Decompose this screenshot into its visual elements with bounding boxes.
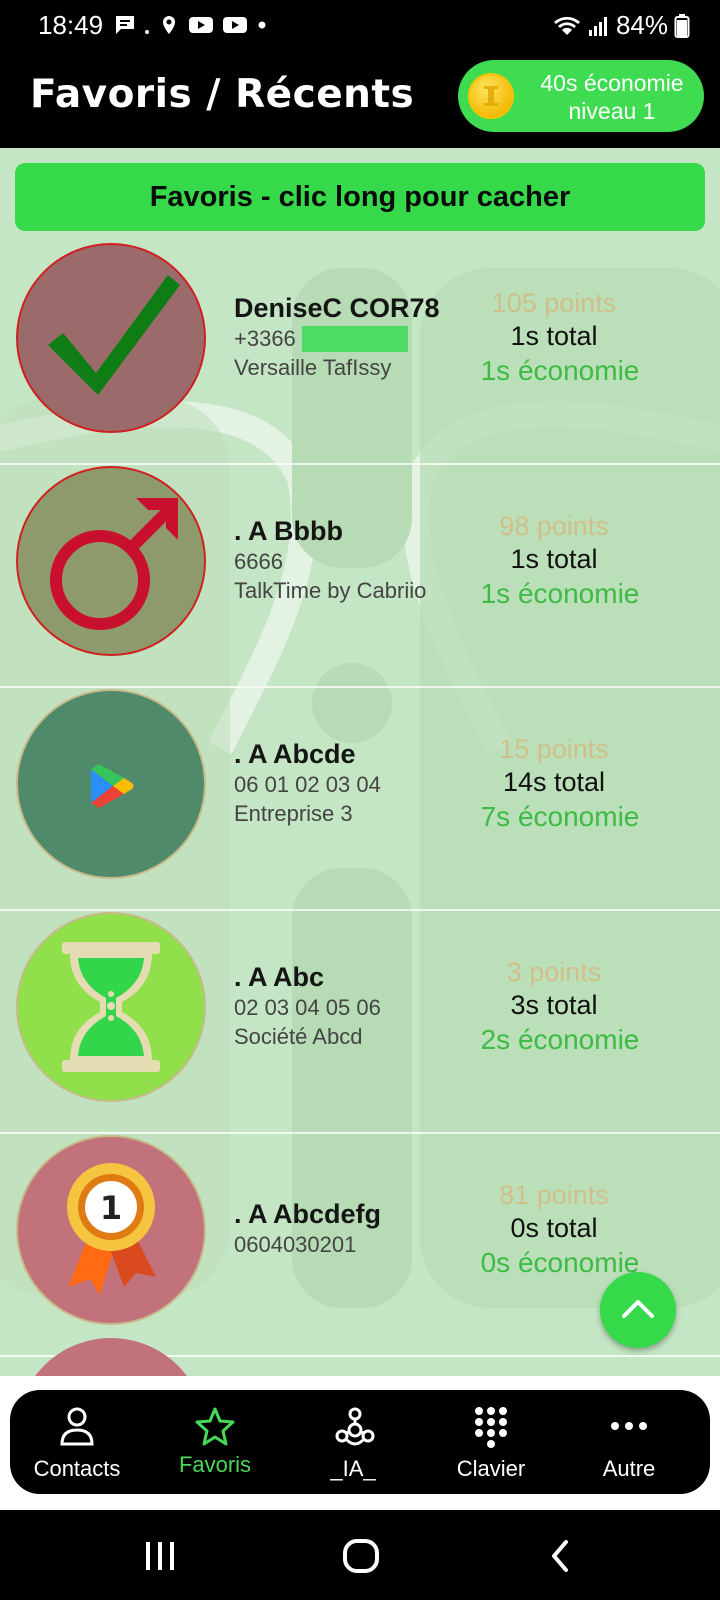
contact-avatar[interactable] <box>16 689 206 879</box>
nav-contacts[interactable]: Contacts <box>12 1390 142 1494</box>
hourglass-icon <box>62 942 160 1072</box>
favorites-list[interactable]: Favoris - clic long pour cacher DeniseC … <box>0 148 720 1376</box>
contact-avatar[interactable] <box>16 912 206 1102</box>
savings-amount: 40s économie <box>540 70 684 96</box>
contact-org: TalkTime by Cabriio <box>234 578 427 603</box>
contact-total: 3s total <box>510 990 598 1020</box>
battery-percent: 84% <box>615 10 668 40</box>
contact-phone: 02 03 04 05 06 <box>234 995 381 1020</box>
contact-total: 1s total <box>510 321 598 351</box>
contact-points: 81 points <box>499 1180 609 1210</box>
contact-total: 0s total <box>510 1213 598 1243</box>
status-time: 18:49 <box>38 10 104 40</box>
contact-name: . A Bbbb <box>234 516 343 546</box>
app-header: Favoris / Récents 40s économie niveau 1 <box>0 50 720 148</box>
contact-phone: 6666 <box>234 549 283 574</box>
bottom-nav-area: Contacts Favoris _IA_ Clavier Autre <box>0 1376 720 1510</box>
nav-label: Clavier <box>456 1456 526 1481</box>
system-nav-bar <box>0 1510 720 1600</box>
nav-label: _IA_ <box>330 1456 376 1481</box>
location-icon <box>163 16 175 34</box>
youtube-icon <box>223 17 247 33</box>
savings-badge[interactable]: 40s économie niveau 1 <box>458 60 704 132</box>
contact-points: 15 points <box>499 734 609 764</box>
contact-row[interactable]: . A Bbbb 6666 TalkTime by Cabriio 98 poi… <box>0 466 720 688</box>
nav-ia[interactable]: _IA_ <box>288 1390 418 1494</box>
dot-icon <box>258 21 266 29</box>
nav-clavier[interactable]: Clavier <box>426 1390 556 1494</box>
recent-apps-icon[interactable] <box>142 1538 178 1574</box>
notification-icons <box>114 12 268 38</box>
contact-phone: 06 01 02 03 04 <box>234 772 381 797</box>
contact-row[interactable]: . A Abc 02 03 04 05 06 Société Abcd 3 po… <box>0 912 720 1134</box>
play-store-icon <box>91 764 134 808</box>
youtube-icon <box>189 17 213 33</box>
contact-row[interactable]: . A Abcde 06 01 02 03 04 Entreprise 3 15… <box>0 689 720 911</box>
nav-label: Autre <box>602 1456 656 1481</box>
contact-org: Société Abcd <box>234 1024 363 1049</box>
dot-small-icon <box>145 30 149 34</box>
signal-icon <box>588 16 607 36</box>
contact-points: 98 points <box>499 511 609 541</box>
contact-economy: 2s économie <box>480 1024 640 1055</box>
page-title: Favoris / Récents <box>30 72 415 117</box>
nav-label: Favoris <box>178 1452 252 1477</box>
person-icon <box>60 1407 94 1446</box>
status-bar: 18:49 84% <box>0 0 720 50</box>
more-icon <box>611 1422 647 1430</box>
savings-level: niveau 1 <box>568 98 656 124</box>
contact-phone: +3366 <box>234 326 296 351</box>
redaction-block <box>302 326 408 352</box>
contact-economy: 1s économie <box>480 355 640 386</box>
contact-total: 14s total <box>502 767 606 797</box>
contact-economy: 7s économie <box>480 801 640 832</box>
checkmark-icon <box>48 275 180 395</box>
system-status: 84% <box>552 10 690 41</box>
contact-economy: 1s économie <box>480 578 640 609</box>
dialpad-icon <box>475 1407 507 1448</box>
contact-points: 105 points <box>491 288 617 318</box>
male-symbol-icon <box>50 498 178 630</box>
medal-icon: 1 <box>67 1163 156 1295</box>
contact-org: Versaille TafIssy <box>234 355 392 380</box>
contact-avatar[interactable] <box>16 243 206 433</box>
contact-phone: 0604030201 <box>234 1232 357 1257</box>
contact-name: . A Abcde <box>234 739 356 769</box>
scroll-top-button[interactable] <box>600 1272 676 1348</box>
nav-favoris[interactable]: Favoris <box>150 1390 280 1494</box>
contact-points: 3 points <box>506 957 602 987</box>
contact-org: Entreprise 3 <box>234 801 353 826</box>
contact-row[interactable]: DeniseC COR78 +3366 Versaille TafIssy 10… <box>0 243 720 465</box>
coin-icon <box>468 73 514 119</box>
chevron-up-icon <box>622 1300 654 1318</box>
home-icon[interactable] <box>342 1538 380 1574</box>
contact-total: 1s total <box>510 544 598 574</box>
wifi-icon <box>553 16 580 35</box>
contact-name: DeniseC COR78 <box>234 293 440 323</box>
svg-text:1: 1 <box>100 1189 122 1227</box>
back-icon[interactable] <box>548 1538 572 1574</box>
star-icon <box>195 1407 235 1446</box>
ai-icon <box>335 1407 375 1446</box>
contact-avatar[interactable]: 1 <box>16 1135 206 1325</box>
favorites-banner[interactable]: Favoris - clic long pour cacher <box>15 163 705 231</box>
contact-name: . A Abcdefg <box>234 1199 381 1229</box>
nav-autre[interactable]: Autre <box>564 1390 694 1494</box>
bottom-nav: Contacts Favoris _IA_ Clavier Autre <box>10 1390 710 1494</box>
nav-label: Contacts <box>33 1456 121 1481</box>
chat-icon <box>116 16 134 34</box>
contact-name: . A Abc <box>234 962 325 992</box>
contact-avatar[interactable] <box>16 466 206 656</box>
battery-icon <box>674 13 690 38</box>
